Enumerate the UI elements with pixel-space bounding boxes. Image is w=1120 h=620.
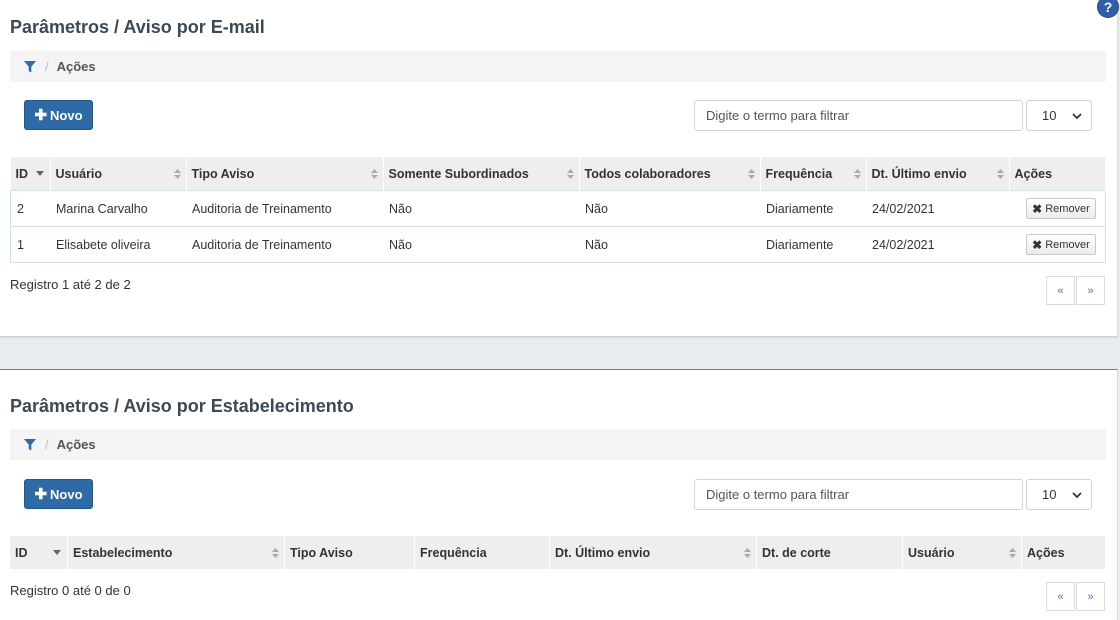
breadcrumb: / Ações <box>10 51 1106 82</box>
col-tipo-aviso[interactable]: Tipo Aviso <box>186 157 384 191</box>
cell-somente-subordinados: Não <box>389 201 412 216</box>
table-row: 1 Elisabete oliveira Auditoria de Treina… <box>10 226 1106 263</box>
sort-icon <box>996 169 1004 179</box>
plus-icon: ✚ <box>34 485 48 503</box>
remove-button-label: Remover <box>1045 238 1090 251</box>
page-size-value: 10 <box>1042 487 1057 502</box>
record-count: Registro 0 até 0 de 0 <box>10 583 131 598</box>
cell-todos-colaboradores: Não <box>585 201 608 216</box>
remove-button[interactable]: ✖ Remover <box>1026 234 1096 255</box>
record-count: Registro 1 até 2 de 2 <box>10 277 131 292</box>
sort-desc-icon <box>35 171 44 176</box>
prev-page-button[interactable]: « <box>1046 276 1075 305</box>
plus-icon: ✚ <box>34 106 48 124</box>
filter-icon[interactable] <box>24 438 36 451</box>
table-header-row: ID Usuário Tipo Aviso Somente Subordinad… <box>10 157 1106 191</box>
cell-todos-colaboradores: Não <box>585 237 608 252</box>
chevron-down-icon <box>1072 492 1082 499</box>
cell-id: 2 <box>17 201 24 216</box>
cell-dt-ultimo-envio: 24/02/2021 <box>872 237 935 252</box>
col-tipo-aviso: Tipo Aviso <box>284 536 415 569</box>
sort-icon <box>272 548 279 558</box>
help-icon[interactable]: ? <box>1097 0 1119 18</box>
cell-acoes: ✖ Remover <box>1009 191 1106 227</box>
sort-icon <box>1009 548 1016 558</box>
table-header-row: ID Estabelecimento Tipo Aviso Frequência… <box>10 536 1106 569</box>
col-usuario[interactable]: Usuário <box>50 157 187 191</box>
breadcrumb-separator: / <box>45 437 49 452</box>
remove-button[interactable]: ✖ Remover <box>1026 198 1096 219</box>
cell-acoes: ✖ Remover <box>1009 227 1106 263</box>
col-somente-subordinados[interactable]: Somente Subordinados <box>383 157 580 191</box>
sort-desc-icon <box>53 550 61 555</box>
col-acoes: Ações <box>1021 536 1106 569</box>
cell-usuario: Marina Carvalho <box>56 201 148 216</box>
page-size-value: 10 <box>1042 108 1057 123</box>
sort-icon <box>566 169 574 179</box>
sort-icon <box>370 169 378 179</box>
cell-dt-ultimo-envio: 24/02/2021 <box>872 201 935 216</box>
breadcrumb-actions[interactable]: Ações <box>57 437 96 452</box>
email-alert-panel: ? Parâmetros / Aviso por E-mail / Ações … <box>0 0 1119 337</box>
new-button-label: Novo <box>50 486 83 502</box>
sort-icon <box>853 169 861 179</box>
col-frequencia: Frequência <box>414 536 550 569</box>
page-title: Parâmetros / Aviso por Estabelecimento <box>10 396 354 416</box>
col-dt-ultimo-envio[interactable]: Dt. Último envio <box>866 157 1010 191</box>
establishment-alert-table: ID Estabelecimento Tipo Aviso Frequência… <box>10 536 1106 569</box>
breadcrumb-separator: / <box>45 59 49 74</box>
pagination: « » <box>1046 582 1106 611</box>
new-button[interactable]: ✚ Novo <box>24 100 93 130</box>
col-usuario[interactable]: Usuário <box>902 536 1022 569</box>
col-frequencia[interactable]: Frequência <box>760 157 867 191</box>
cell-usuario: Elisabete oliveira <box>56 237 151 252</box>
next-page-button[interactable]: » <box>1076 276 1105 305</box>
breadcrumb-actions[interactable]: Ações <box>57 59 96 74</box>
cell-id: 1 <box>17 237 24 252</box>
close-icon: ✖ <box>1032 201 1043 216</box>
col-dt-ultimo-envio[interactable]: Dt. Último envio <box>549 536 757 569</box>
sort-icon <box>744 548 751 558</box>
cell-somente-subordinados: Não <box>389 237 412 252</box>
new-button[interactable]: ✚ Novo <box>24 479 93 509</box>
cell-frequencia: Diariamente <box>766 237 834 252</box>
pagination: « » <box>1046 276 1106 305</box>
search-input[interactable] <box>694 479 1023 510</box>
col-dt-corte: Dt. de corte <box>756 536 903 569</box>
sort-icon <box>173 169 181 179</box>
col-id[interactable]: ID <box>10 536 68 569</box>
close-icon: ✖ <box>1032 237 1043 252</box>
sort-icon <box>747 169 755 179</box>
filter-icon[interactable] <box>24 60 36 73</box>
col-estabelecimento[interactable]: Estabelecimento <box>67 536 285 569</box>
cell-frequencia: Diariamente <box>766 201 834 216</box>
chevron-down-icon <box>1072 113 1082 120</box>
remove-button-label: Remover <box>1045 202 1090 215</box>
page-size-select[interactable]: 10 <box>1026 100 1092 131</box>
new-button-label: Novo <box>50 107 83 123</box>
col-id[interactable]: ID <box>10 157 51 191</box>
page-title: Parâmetros / Aviso por E-mail <box>10 17 265 37</box>
table-row: 2 Marina Carvalho Auditoria de Treinamen… <box>10 190 1106 227</box>
prev-page-button[interactable]: « <box>1046 582 1075 611</box>
col-todos-colaboradores[interactable]: Todos colaboradores <box>579 157 761 191</box>
cell-tipo-aviso: Auditoria de Treinamento <box>192 201 332 216</box>
email-alert-table: ID Usuário Tipo Aviso Somente Subordinad… <box>10 157 1106 263</box>
search-input[interactable] <box>694 100 1023 131</box>
breadcrumb: / Ações <box>10 429 1106 460</box>
establishment-alert-panel: Parâmetros / Aviso por Estabelecimento /… <box>0 369 1118 620</box>
cell-tipo-aviso: Auditoria de Treinamento <box>192 237 332 252</box>
next-page-button[interactable]: » <box>1076 582 1105 611</box>
page-size-select[interactable]: 10 <box>1026 479 1092 510</box>
col-acoes: Ações <box>1009 157 1106 191</box>
